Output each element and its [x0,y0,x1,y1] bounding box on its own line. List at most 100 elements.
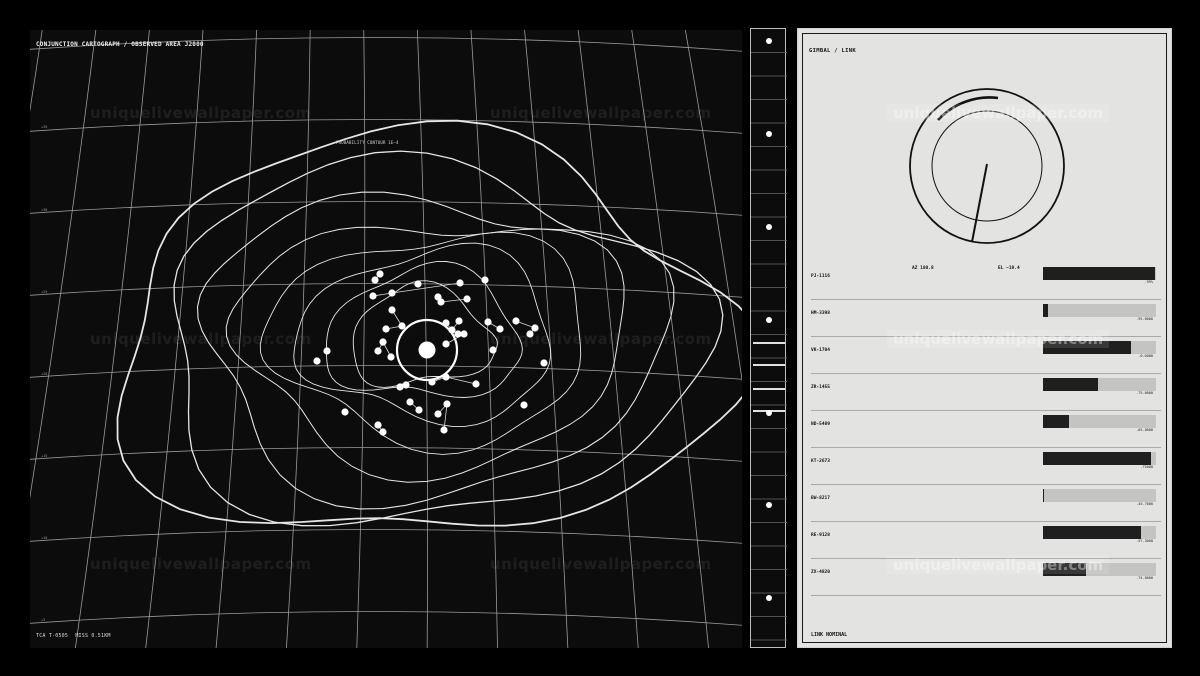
link-id: HM-3398 [811,311,830,316]
contour-label: PROBABILITY CONTOUR 1E−4 [336,140,399,145]
link-strength-bar: .57.3000 [1043,526,1156,543]
link-id: VK-1704 [811,348,830,353]
timeline-graphic [751,38,787,641]
link-id: KT-2673 [811,459,830,464]
link-row[interactable]: ND-5489 .65.0000 [811,410,1161,448]
debris-link [391,282,461,294]
timeline-marker [766,38,772,44]
lat-label: +10 [41,536,48,540]
debris-point [484,318,492,326]
link-status: LINK NOMINAL [811,632,848,638]
grid-latitude-line [30,283,742,298]
debris-point [387,353,395,361]
lat-label: +25 [41,290,48,294]
debris-point [379,338,387,346]
watermark: uniquelivewallpaper.com [490,555,712,573]
grid-longitude-line [356,30,366,648]
debris-point [434,410,442,418]
lat-label: +20 [41,372,48,376]
timeline-marker [766,595,772,601]
watermark: uniquelivewallpaper.com [490,330,712,348]
tca-readout: TCA T-0505 [36,633,69,639]
map-title: CONJUNCTION CARTOGRAPH / OBSERVED AREA J… [36,41,204,48]
primary-object [395,318,459,382]
link-row[interactable]: ZR-1455 .75.0000 [811,373,1161,411]
grid-latitude-line [30,365,742,380]
debris-point [456,279,464,287]
link-value: .57.3000 [1136,539,1153,543]
debris-link [443,403,448,431]
link-value: .65.0000 [1136,428,1153,432]
grid-longitude-line [30,30,43,113]
gimbal-link-panel: GIMBAL / LINK AZ 180.8 EL −19.4 PJ-1116.… [797,28,1172,648]
map-footer: TCA T-0505 MISS 0.51KM [36,633,115,639]
link-row[interactable]: KT-2673 .73000 [811,447,1161,485]
link-row[interactable]: PJ-1116 .99% [811,262,1161,300]
debris-point [520,401,528,409]
link-value: .99% [1144,280,1153,284]
debris-point [376,270,384,278]
link-row[interactable]: RE-9128 .57.3000 [811,521,1161,559]
watermark: uniquelivewallpaper.com [887,330,1110,348]
link-strength-bar: .75.0000 [1043,378,1156,395]
timeline-marker [766,502,772,508]
link-value: .74.0000 [1136,576,1153,580]
grid-longitude-line [30,30,97,499]
gimbal-needle [971,163,988,243]
link-strength-fill [1043,415,1069,428]
link-value: .45.7000 [1136,502,1153,506]
debris-point [369,292,377,300]
watermark: uniquelivewallpaper.com [90,104,312,122]
debris-point [388,306,396,314]
debris-point [437,298,445,306]
debris-point [382,325,390,333]
debris-point [442,340,450,348]
timeline-marker [766,224,772,230]
link-value: .95.0000 [1136,317,1153,321]
miss-distance-readout: MISS 0.51KM [75,633,111,639]
debris-point [323,347,331,355]
watermark: uniquelivewallpaper.com [90,330,312,348]
grid-latitude-line [30,529,742,544]
contour-ring [196,191,675,510]
link-id: PJ-1116 [811,274,830,279]
link-strength-bar: .45.7000 [1043,489,1156,506]
link-strength-fill [1043,267,1155,280]
timeline-marker [766,317,772,323]
debris-link [440,298,468,303]
link-strength-fill [1043,489,1045,502]
debris-point [481,276,489,284]
link-strength-bar: .65.0000 [1043,415,1156,432]
lat-label: +35 [41,125,48,129]
link-id: ND-5489 [811,422,830,427]
watermark: uniquelivewallpaper.com [490,104,712,122]
link-strength-bar: .73000 [1043,452,1156,469]
debris-point [374,347,382,355]
link-id: ZX-4820 [811,570,830,575]
link-strength-bar: .99% [1043,267,1156,284]
debris-point [415,406,423,414]
debris-point [388,289,396,297]
lat-label: +30 [41,208,48,212]
grid-latitude-line [30,611,742,626]
link-strength-fill [1043,452,1152,465]
link-strength-bar: .95.0000 [1043,304,1156,321]
timeline-scrubber[interactable] [750,28,787,648]
debris-point [472,380,480,388]
contour-ring [116,119,742,527]
link-strength-fill [1043,378,1099,391]
link-value: .0.0000 [1138,354,1153,358]
debris-point [460,330,468,338]
panel-title: GIMBAL / LINK [809,48,856,54]
debris-point [414,280,422,288]
debris-point [396,383,404,391]
link-strength-fill [1043,526,1142,539]
link-row[interactable]: BW-8217 .45.7000 [811,484,1161,522]
link-id: ZR-1455 [811,385,830,390]
link-value: .75.0000 [1136,391,1153,395]
watermark: uniquelivewallpaper.com [90,555,312,573]
watermark: uniquelivewallpaper.com [887,104,1110,122]
conjunction-map[interactable]: CONJUNCTION CARTOGRAPH / OBSERVED AREA J… [30,30,742,648]
debris-point [540,359,548,367]
link-value: .73000 [1140,465,1153,469]
